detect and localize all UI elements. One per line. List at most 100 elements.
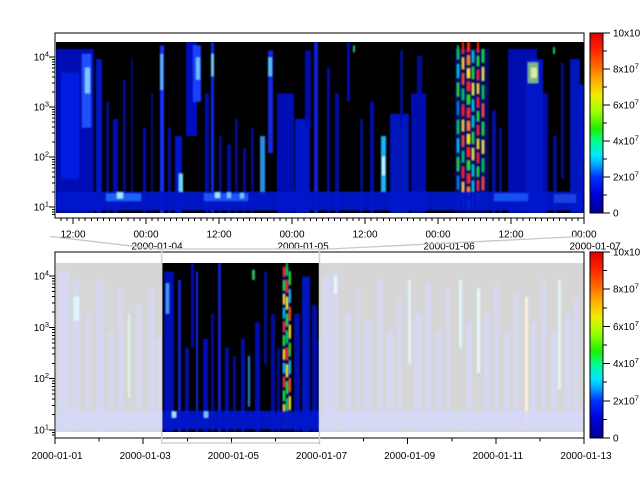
spectral-burst-segment <box>477 56 479 66</box>
spectral-streak <box>123 80 126 205</box>
spectral-burst-segment <box>462 42 464 54</box>
spectral-burst-segment <box>286 381 288 394</box>
colorbar-tick-label: 8x107 <box>613 282 639 296</box>
x-tick-time-label: 00:00 <box>133 230 158 241</box>
spectral-streak <box>554 194 576 203</box>
spectral-streak <box>204 411 208 417</box>
spectral-streak <box>327 68 330 213</box>
spectral-streak <box>166 283 169 313</box>
spectral-burst-segment <box>467 160 470 170</box>
spectral-burst-segment <box>289 307 291 320</box>
spectral-streak <box>191 263 194 348</box>
spectral-burst-segment <box>467 121 470 131</box>
spectral-burst-segment <box>472 164 474 176</box>
spectral-burst-segment <box>467 147 470 157</box>
spectral-streak <box>305 51 311 128</box>
spectral-streak <box>178 280 181 432</box>
spectral-streak <box>211 54 214 76</box>
colorbar-tick-label: 0 <box>613 209 619 220</box>
spectral-burst-segment <box>283 391 285 401</box>
spectral-burst-segment <box>283 349 285 359</box>
spectral-streak <box>218 263 221 432</box>
spectral-burst-segment <box>289 361 291 374</box>
spectral-burst-segment <box>283 322 285 332</box>
spectrogram-figure: 10110210310412:0000:002000-01-0412:0000:… <box>0 0 640 480</box>
spectral-burst-segment <box>482 67 484 81</box>
spectral-burst-segment <box>472 148 474 160</box>
x-tick-date-label: 2000-01-09 <box>384 451 436 462</box>
spectral-burst-segment <box>482 177 484 191</box>
x-tick-time-label: 12:00 <box>206 230 231 241</box>
spectral-burst-segment <box>462 120 464 132</box>
y-tick-label: 103 <box>34 320 49 334</box>
spectral-burst-segment <box>289 289 291 302</box>
spectral-streak <box>260 136 265 196</box>
spectral-burst-segment <box>467 55 470 65</box>
figure: 10110210310412:0000:002000-01-0412:0000:… <box>0 0 640 480</box>
top-heatmap[interactable] <box>56 42 585 213</box>
colorbar-tick-label: 10x107 <box>613 26 640 40</box>
dim-overlay <box>320 262 585 433</box>
spectral-burst-segment <box>467 108 470 118</box>
spectral-streak <box>417 56 422 102</box>
spectral-burst-segment <box>457 120 459 134</box>
spectral-burst-segment <box>467 81 470 91</box>
y-tick-label: 104 <box>34 269 49 283</box>
spectral-burst-segment <box>283 280 285 290</box>
spectral-burst-segment <box>283 377 285 387</box>
spectral-streak <box>85 68 90 94</box>
x-tick-date-label: 2000-01-03 <box>120 451 172 462</box>
spectral-streak <box>494 193 528 201</box>
dim-overlay <box>55 262 162 433</box>
spectral-burst-segment <box>457 157 459 171</box>
spectral-streak <box>172 411 176 417</box>
x-tick-date-label: 2000-01-05 <box>208 451 260 462</box>
spectral-burst-segment <box>477 166 479 176</box>
spectral-burst-segment <box>457 45 459 59</box>
spectral-streak <box>131 59 133 199</box>
colorbar-tick-label: 4x107 <box>613 134 639 148</box>
spectral-burst-segment <box>472 83 474 95</box>
colorbar-tick-label: 8x107 <box>613 62 639 76</box>
spectral-burst-segment <box>472 67 474 79</box>
spectral-burst-segment <box>457 101 459 115</box>
x-tick-time-label: 00:00 <box>279 230 304 241</box>
x-tick-date-label: 2000-01-05 <box>278 242 330 253</box>
spectral-burst-segment <box>289 378 291 391</box>
y-tick-label: 101 <box>34 200 49 214</box>
spectral-burst-segment <box>286 314 288 327</box>
spectral-streak <box>252 270 255 280</box>
spectral-burst-segment <box>286 348 288 361</box>
spectral-burst-segment <box>289 325 291 338</box>
spectral-burst-segment <box>472 181 474 193</box>
spectral-streak <box>196 271 198 432</box>
spectral-burst-segment <box>482 85 484 99</box>
colorbar-tick-label: 2x107 <box>613 393 639 407</box>
top-colorbar: 0 2x107 4x107 6x107 8x107 10x107 <box>590 26 640 220</box>
spectral-streak <box>248 356 250 407</box>
x-tick-time-label: 12:00 <box>352 230 377 241</box>
spectral-streak <box>353 45 355 52</box>
spectral-burst-segment <box>286 364 288 377</box>
colorbar-tick-label: 0 <box>613 434 619 445</box>
x-tick-time-label: 00:00 <box>571 230 596 241</box>
spectral-burst-segment <box>482 49 484 63</box>
colorbar-tick-label: 2x107 <box>613 170 639 184</box>
spectral-burst-segment <box>457 139 459 153</box>
spectral-burst-segment <box>286 263 288 276</box>
y-tick-label: 102 <box>34 150 49 164</box>
spectral-streak <box>561 63 564 179</box>
spectral-burst-segment <box>283 308 285 318</box>
spectral-streak <box>215 192 220 198</box>
heatmap-background <box>56 42 584 213</box>
spectral-streak <box>106 193 141 201</box>
colorbar-tick-label: 4x107 <box>613 356 639 370</box>
colorbar-tick-label: 6x107 <box>613 319 639 333</box>
x-tick-date-label: 2000-01-11 <box>473 451 524 462</box>
spectral-burst-segment <box>462 151 464 163</box>
colorbar-tick-label: 6x107 <box>613 98 639 112</box>
spectral-burst-segment <box>462 73 464 85</box>
spectral-streak <box>302 277 310 432</box>
spectral-burst-segment <box>462 104 464 116</box>
bottom-colorbar: 02x1074x1076x1078x10710x107 <box>590 245 640 445</box>
